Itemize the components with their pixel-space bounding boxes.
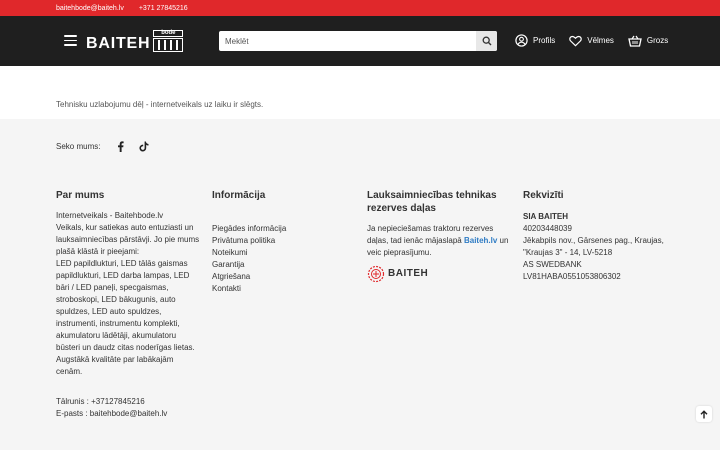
baiteh-link[interactable]: Baiteh.lv bbox=[464, 236, 497, 245]
main-content: Tehnisku uzlabojumu dēļ - internetveikal… bbox=[0, 66, 720, 119]
logo-badge: bode bbox=[153, 30, 184, 37]
logo-emblem: bode bbox=[153, 30, 184, 52]
topbar-phone[interactable]: +371 27845216 bbox=[139, 5, 188, 12]
wishlist-label: Vēlmes bbox=[587, 36, 614, 45]
maintenance-notice: Tehnisku uzlabojumu dēļ - internetveikal… bbox=[56, 100, 264, 109]
facebook-icon[interactable] bbox=[114, 140, 126, 152]
reg-number: 40203448039 bbox=[523, 224, 572, 233]
logo-text: BAITEH bbox=[86, 35, 151, 52]
parts-column: Lauksaimniecības tehnikas rezerves daļas… bbox=[367, 189, 512, 283]
social-follow: Seko mums: bbox=[56, 140, 150, 152]
parts-text: Ja nepieciešamas traktoru rezerves daļas… bbox=[367, 223, 512, 259]
search-button[interactable] bbox=[476, 31, 497, 51]
site-footer: Seko mums: Par mums Internetveikals - Ba… bbox=[0, 119, 720, 450]
iban: LV81HABA0551053806302 bbox=[523, 272, 621, 281]
follow-label: Seko mums: bbox=[56, 141, 101, 151]
search-icon bbox=[482, 36, 491, 46]
search-input[interactable] bbox=[219, 31, 474, 51]
link-returns[interactable]: Atgriešana bbox=[212, 271, 352, 283]
requisites-column: Rekvizīti SIA BAITEH 40203448039 Jēkabpi… bbox=[523, 189, 673, 283]
info-column: Informācija Piegādes informācija Privātu… bbox=[212, 189, 352, 295]
link-privacy[interactable]: Privātuma politika bbox=[212, 235, 352, 247]
tiktok-icon[interactable] bbox=[138, 140, 150, 152]
company-name: SIA BAITEH bbox=[523, 212, 569, 221]
requisites-title: Rekvizīti bbox=[523, 190, 564, 201]
scroll-to-top-button[interactable] bbox=[696, 406, 712, 422]
link-warranty[interactable]: Garantija bbox=[212, 259, 352, 271]
bank-name: AS SWEDBANK bbox=[523, 260, 582, 269]
parts-title: Lauksaimniecības tehnikas rezerves daļas bbox=[367, 190, 497, 214]
address-line-2: "Kraujas 3" - 14, LV-5218 bbox=[523, 248, 613, 257]
user-icon bbox=[515, 34, 528, 47]
top-bar: baitehbode@baiteh.lv +371 27845216 bbox=[0, 0, 720, 16]
header-actions: Profils Vēlmes Grozs bbox=[515, 34, 668, 47]
baiteh-logo-text: BAITEH bbox=[388, 268, 429, 279]
cart-label: Grozs bbox=[646, 36, 669, 45]
cart-icon bbox=[628, 35, 642, 47]
search-bar bbox=[219, 31, 497, 51]
address-line-1: Jēkabpils nov., Gārsenes pag., Kraujas, bbox=[523, 236, 664, 245]
footer-email[interactable]: E-pasts : baitehbode@baiteh.lv bbox=[56, 408, 201, 420]
link-terms[interactable]: Noteikumi bbox=[212, 247, 352, 259]
cart-button[interactable]: Grozs bbox=[628, 34, 668, 47]
profile-button[interactable]: Profils bbox=[515, 34, 555, 47]
about-text: Internetveikals - Baitehbode.lv Veikals,… bbox=[56, 211, 200, 376]
info-links: Piegādes informācija Privātuma politika … bbox=[212, 223, 352, 295]
gear-logo-icon bbox=[367, 265, 385, 283]
site-logo[interactable]: BAITEH bode bbox=[86, 30, 184, 52]
baiteh-logo[interactable]: BAITEH bbox=[367, 265, 512, 283]
topbar-email[interactable]: baitehbode@baiteh.lv bbox=[56, 5, 124, 12]
link-contacts[interactable]: Kontakti bbox=[212, 283, 352, 295]
about-title: Par mums bbox=[56, 190, 105, 201]
contact-info: Tālrunis : +37127845216 E-pasts : baiteh… bbox=[56, 396, 201, 420]
about-column: Par mums Internetveikals - Baitehbode.lv… bbox=[56, 189, 201, 420]
menu-icon[interactable] bbox=[64, 35, 77, 46]
footer-phone[interactable]: Tālrunis : +37127845216 bbox=[56, 396, 201, 408]
link-delivery[interactable]: Piegādes informācija bbox=[212, 223, 352, 235]
heart-icon bbox=[569, 35, 583, 46]
info-title: Informācija bbox=[212, 190, 266, 201]
arrow-up-icon bbox=[700, 409, 708, 418]
wishlist-button[interactable]: Vēlmes bbox=[569, 34, 614, 47]
profile-label: Profils bbox=[533, 36, 556, 45]
